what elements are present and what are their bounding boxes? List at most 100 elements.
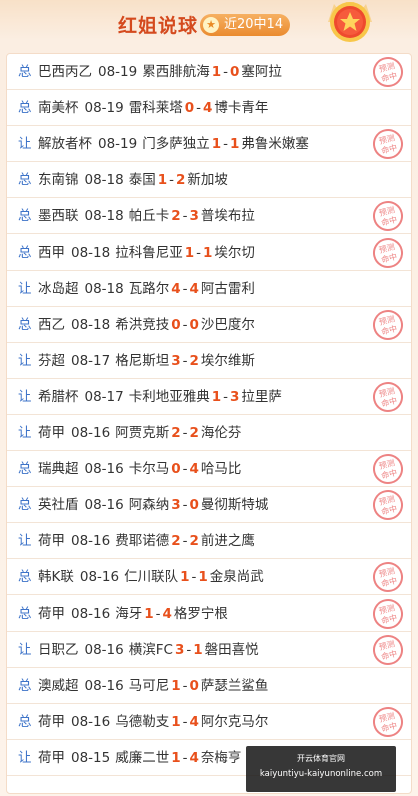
home-score: 1 xyxy=(171,713,181,730)
hit-stamp: 预测 命中 xyxy=(369,631,407,668)
home-team: 雷科莱塔 xyxy=(128,100,183,117)
score-separator: - xyxy=(223,64,229,80)
match-row[interactable]: 总荷甲 08-16 乌德勒支 1-4 阿尔克马尔 预测 命中 xyxy=(7,703,411,740)
away-score: 4 xyxy=(203,100,213,117)
match-row[interactable]: 总西甲 08-18 拉科鲁尼亚 1-1 埃尔切 预测 命中 xyxy=(7,234,411,271)
score-separator: - xyxy=(182,425,188,441)
match-date: 08-17 xyxy=(84,388,124,405)
match-row[interactable]: 总东南锦 08-18 泰国 1-2 新加坡 xyxy=(7,162,411,199)
match-row[interactable]: 总澳威超 08-16 马可尼 1-0 萨瑟兰鲨鱼 xyxy=(7,668,411,704)
match-row[interactable]: 总荷甲 08-16 海牙 1-4 格罗宁根 预测 命中 xyxy=(7,595,411,632)
league-name: 希腊杯 xyxy=(38,388,79,405)
match-date: 08-19 xyxy=(98,136,138,153)
match-row[interactable]: 让荷甲 08-16 阿贾克斯 2-2 海伦芬 xyxy=(7,415,411,451)
match-date: 08-18 xyxy=(84,172,124,189)
league-name: 西甲 xyxy=(38,244,65,261)
match-info: 荷甲 08-16 阿贾克斯 2-2 海伦芬 xyxy=(38,415,241,451)
hit-stamp: 预测 命中 xyxy=(369,126,407,163)
home-score: 2 xyxy=(171,533,181,550)
match-info: 韩K联 08-16 仁川联队 1-1 金泉尚武 xyxy=(38,559,264,595)
score-separator: - xyxy=(223,136,229,153)
home-score: 1 xyxy=(180,569,190,586)
match-info: 日职乙 08-16 横滨FC 3-1 磐田喜悦 xyxy=(38,632,259,668)
star-icon: ★ xyxy=(203,17,219,33)
match-date: 08-16 xyxy=(84,497,124,514)
home-team: 帕丘卡 xyxy=(128,208,170,225)
match-row[interactable]: 总瑞典超 08-16 卡尔马 0-4 哈马比 预测 命中 xyxy=(7,450,411,488)
hit-stamp-line2: 命中 xyxy=(380,143,399,156)
match-date: 08-16 xyxy=(71,425,111,441)
away-team: 埃尔维斯 xyxy=(200,352,255,369)
league-name: 瑞典超 xyxy=(38,461,79,478)
match-date: 08-16 xyxy=(84,641,124,658)
home-score: 3 xyxy=(171,352,181,369)
score-separator: - xyxy=(182,497,188,514)
away-score: 2 xyxy=(189,352,199,369)
bet-type: 让 xyxy=(18,425,32,441)
bet-type: 让 xyxy=(18,388,32,405)
away-team: 金泉尚武 xyxy=(209,569,264,586)
score-separator: - xyxy=(169,172,175,189)
hit-stamp-line2: 命中 xyxy=(380,504,399,517)
home-team: 累西腓航海 xyxy=(142,64,210,80)
recommendation-panel: 红姐说球 ★ 近20中14 总巴西丙乙 08-19 累西腓航海 1-0 塞阿拉 预测 命中总… xyxy=(0,0,418,796)
hit-stamp: 预测 命中 xyxy=(369,559,407,596)
match-info: 芬超 08-17 格尼斯坦 3-2 埃尔维斯 xyxy=(38,343,255,379)
home-score: 0 xyxy=(184,100,195,117)
home-team: 海牙 xyxy=(115,605,143,622)
match-info: 瑞典超 08-16 卡尔马 0-4 哈马比 xyxy=(38,451,241,487)
match-row[interactable]: 总英社盾 08-16 阿森纳 3-0 曼彻斯特城 预测 命中 xyxy=(7,487,411,524)
home-team: 瓦路尔 xyxy=(128,280,170,297)
match-info: 荷甲 08-16 乌德勒支 1-4 阿尔克马尔 xyxy=(38,704,268,740)
match-row[interactable]: 总南美杯 08-19 雷科莱塔 0-4 博卡青年 xyxy=(7,90,411,127)
match-row[interactable]: 让解放者杯 08-19 门多萨独立 1-1 弗鲁米嫩塞 预测 命中 xyxy=(7,126,411,163)
league-name: 西乙 xyxy=(38,316,65,333)
match-date: 08-15 xyxy=(71,749,111,766)
match-row[interactable]: 让希腊杯 08-17 卡利地亚雅典 1-3 拉里萨 预测 命中 xyxy=(7,378,411,416)
match-row[interactable]: 总韩K联 08-16 仁川联队 1-1 金泉尚武 预测 命中 xyxy=(7,559,411,596)
match-info: 希腊杯 08-17 卡利地亚雅典 1-3 拉里萨 xyxy=(38,379,282,415)
match-row[interactable]: 让日职乙 08-16 横滨FC 3-1 磐田喜悦 预测 命中 xyxy=(7,631,411,668)
away-team: 奈梅亨 xyxy=(200,749,242,766)
match-list: 总巴西丙乙 08-19 累西腓航海 1-0 塞阿拉 预测 命中总南美杯 08-19 雷科莱塔 0-… xyxy=(6,53,412,794)
score-separator: - xyxy=(182,461,188,478)
match-row[interactable]: 总巴西丙乙 08-19 累西腓航海 1-0 塞阿拉 预测 命中 xyxy=(7,53,411,91)
match-date: 08-18 xyxy=(84,208,124,225)
match-date: 08-18 xyxy=(71,244,111,261)
away-team: 磐田喜悦 xyxy=(204,641,259,658)
match-row[interactable]: 让冰岛超 08-18 瓦路尔 4-4 阿古雷利 xyxy=(7,271,411,307)
hit-stamp-line2: 命中 xyxy=(380,468,399,481)
match-row[interactable]: 总墨西联 08-18 帕丘卡 2-3 普埃布拉 预测 命中 xyxy=(7,198,411,235)
match-info: 荷甲 08-16 费耶诺德 2-2 前进之鹰 xyxy=(38,523,255,559)
home-score: 1 xyxy=(157,172,168,189)
league-name: 解放者杯 xyxy=(38,136,92,153)
home-score: 0 xyxy=(171,461,181,478)
home-team: 威廉二世 xyxy=(115,749,170,766)
home-score: 1 xyxy=(184,244,195,261)
match-row[interactable]: 让荷甲 08-16 费耶诺德 2-2 前进之鹰 xyxy=(7,523,411,560)
match-date: 08-17 xyxy=(71,352,111,369)
match-info: 西乙 08-18 希洪竞技 0-0 沙巴度尔 xyxy=(38,307,255,343)
home-team: 横滨FC xyxy=(128,641,173,658)
away-team: 前进之鹰 xyxy=(200,533,255,550)
home-team: 卡利地亚雅典 xyxy=(128,388,210,405)
score-separator: - xyxy=(186,641,192,658)
away-score: 2 xyxy=(189,425,199,441)
hit-stamp: 预测 命中 xyxy=(369,378,407,416)
away-team: 塞阿拉 xyxy=(241,64,282,80)
match-row[interactable]: 总西乙 08-18 希洪竞技 0-0 沙巴度尔 预测 命中 xyxy=(7,306,411,343)
score-separator: - xyxy=(196,100,202,117)
match-date: 08-16 xyxy=(71,605,111,622)
match-row[interactable]: 让芬超 08-17 格尼斯坦 3-2 埃尔维斯 xyxy=(7,343,411,379)
league-name: 荷甲 xyxy=(38,749,65,766)
league-name: 澳威超 xyxy=(38,677,79,694)
away-team: 阿古雷利 xyxy=(200,280,255,297)
away-score: 0 xyxy=(189,497,199,514)
away-score: 0 xyxy=(230,64,240,80)
home-score: 0 xyxy=(171,316,181,333)
league-name: 巴西丙乙 xyxy=(38,64,92,80)
away-score: 2 xyxy=(176,172,186,189)
match-date: 08-16 xyxy=(71,713,111,730)
bet-type: 让 xyxy=(18,641,32,658)
hit-stamp: 预测 命中 xyxy=(369,198,407,235)
